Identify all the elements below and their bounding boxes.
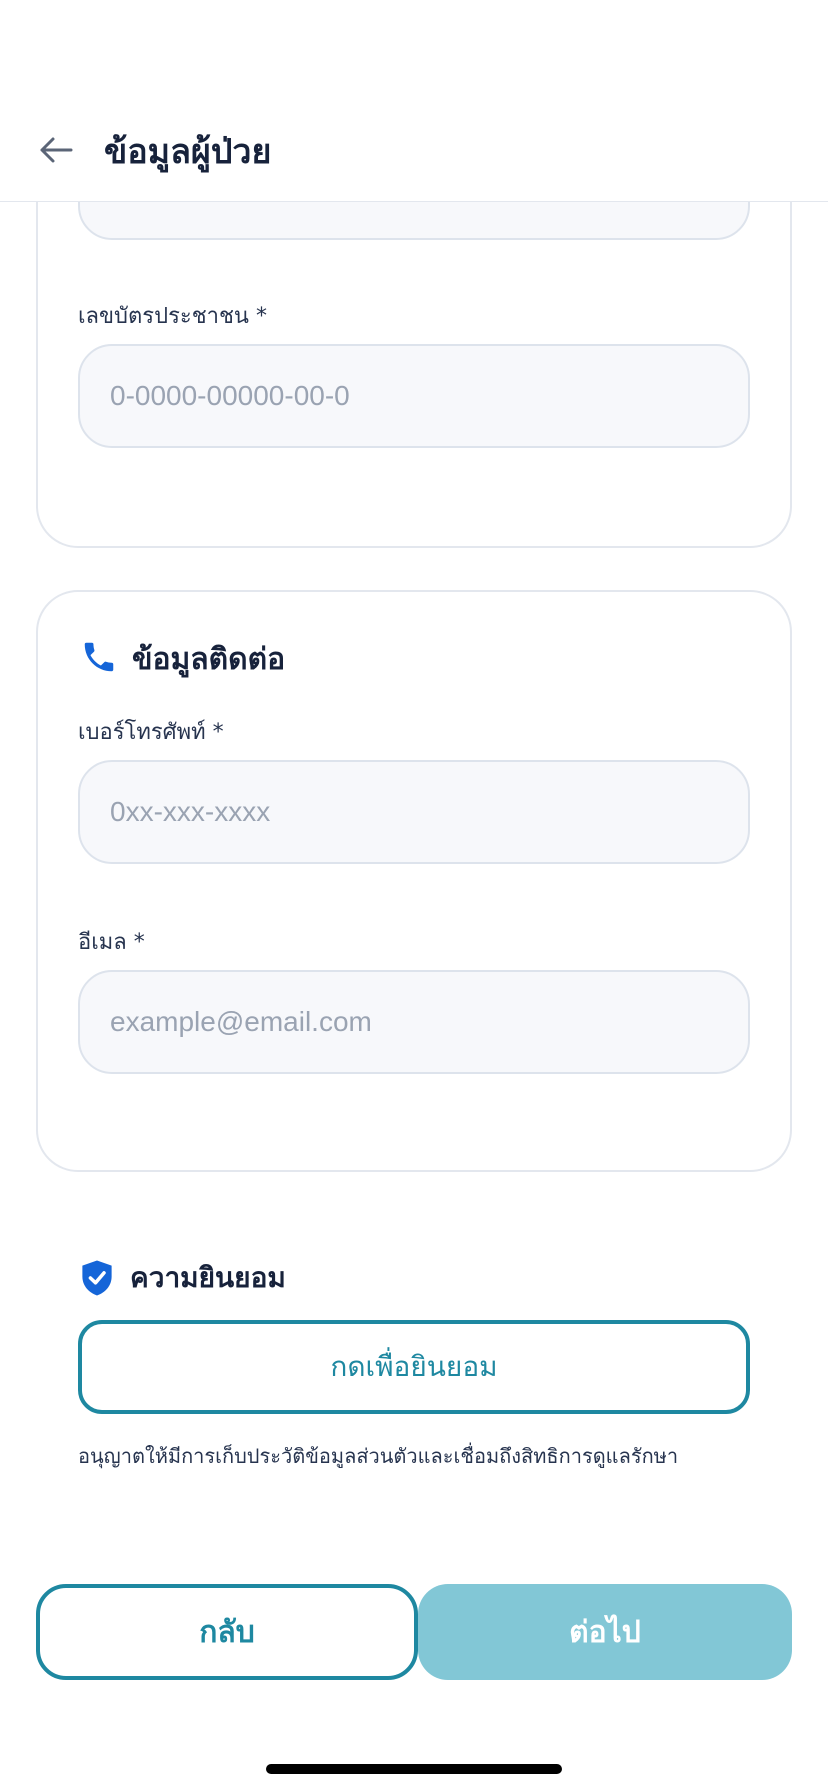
contact-section-title: ข้อมูลติดต่อ <box>132 642 286 677</box>
email-label: อีเมล * <box>78 930 145 955</box>
consent-button[interactable]: กดเพื่อยินยอม <box>78 1320 750 1414</box>
arrow-left-icon <box>38 135 74 165</box>
back-button[interactable]: กลับ <box>36 1584 418 1680</box>
id-card-input[interactable] <box>78 344 750 448</box>
header-back-button[interactable] <box>28 122 84 178</box>
shield-check-icon <box>78 1258 116 1298</box>
page-title: ข้อมูลผู้ป่วย <box>104 132 272 172</box>
home-indicator <box>266 1764 562 1774</box>
next-button[interactable]: ต่อไป <box>418 1584 792 1680</box>
email-input[interactable] <box>78 970 750 1074</box>
phone-input[interactable] <box>78 760 750 864</box>
phone-icon <box>78 636 120 678</box>
phone-label: เบอร์โทรศัพท์ * <box>78 720 224 745</box>
consent-description: อนุญาตให้มีการเก็บประวัติข้อมูลส่วนตัวแล… <box>78 1444 679 1468</box>
consent-section-title: ความยินยอม <box>130 1261 286 1294</box>
id-card-label: เลขบัตรประชาชน * <box>78 304 267 329</box>
app-header: ข้อมูลผู้ป่วย <box>0 0 828 202</box>
